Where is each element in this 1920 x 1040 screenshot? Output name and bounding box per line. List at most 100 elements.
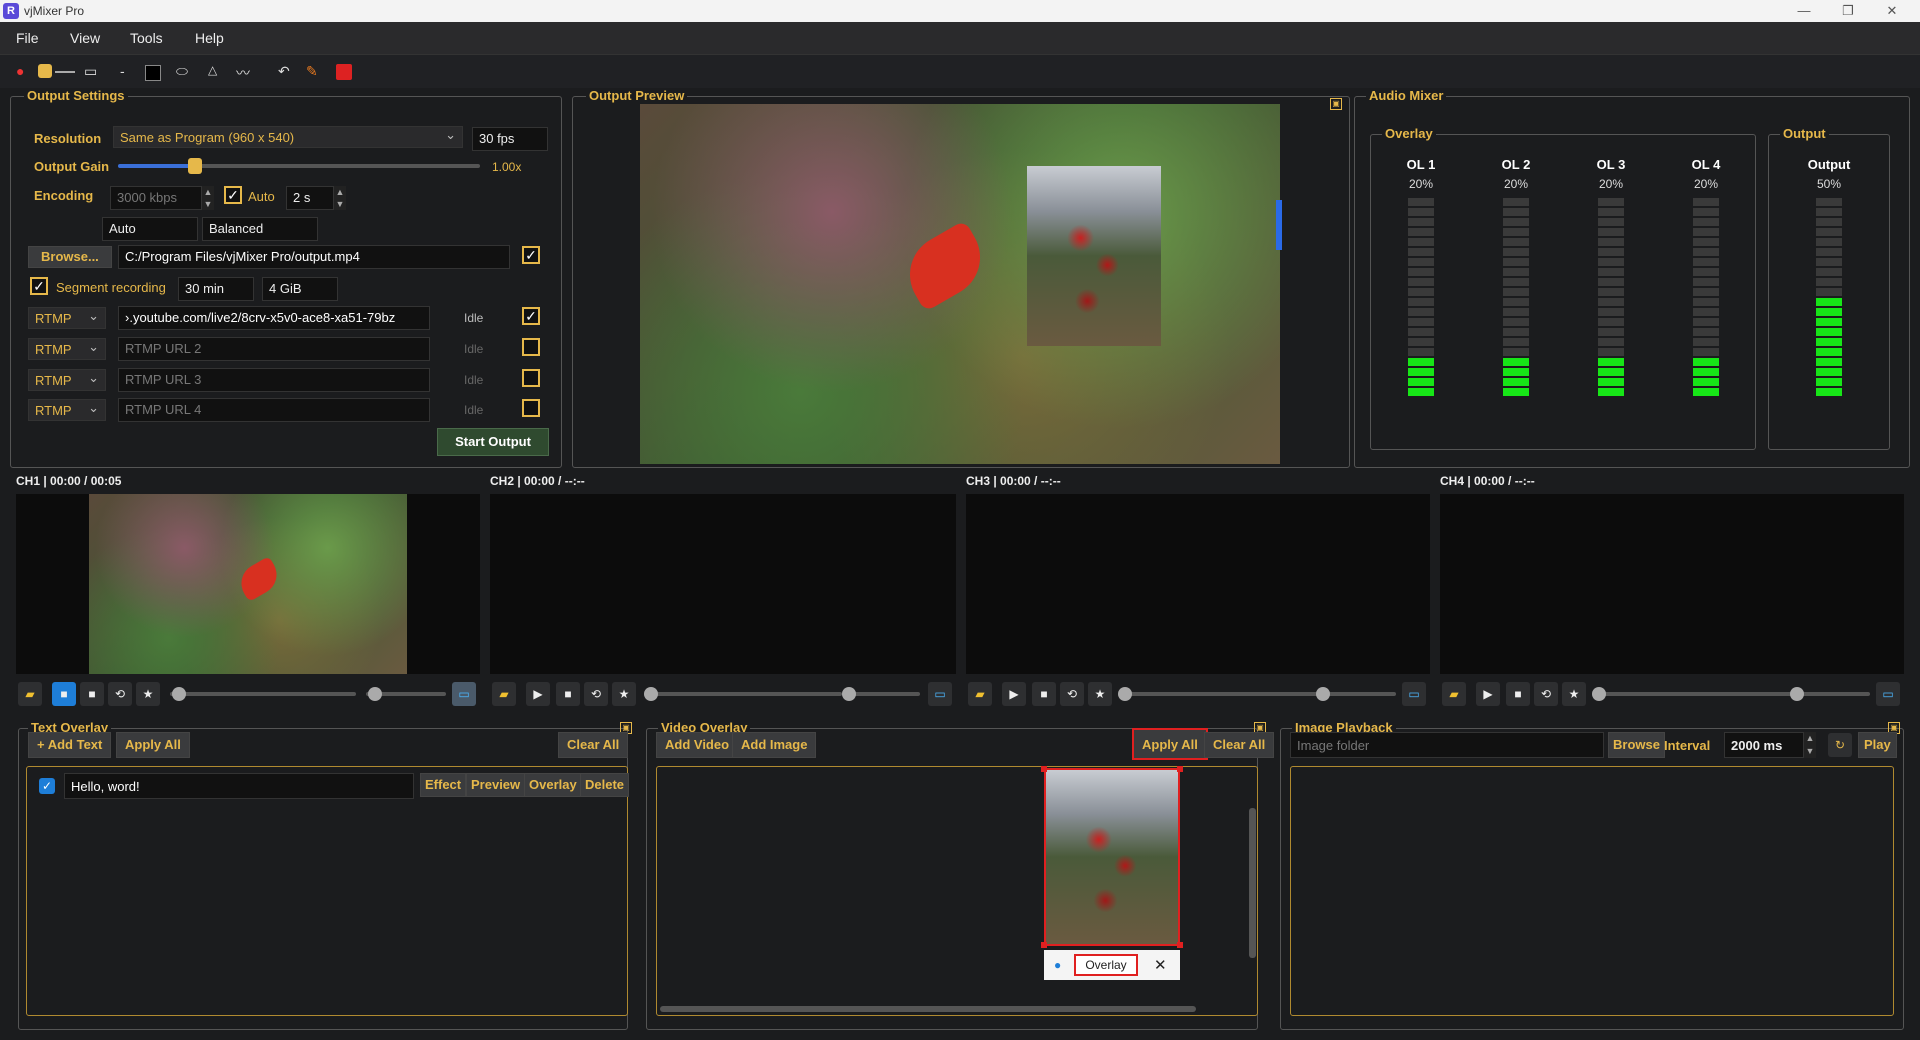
ch2-loop-icon[interactable]: ⟲ [584,682,608,706]
brush-icon[interactable]: ✎ [306,63,318,80]
ch3-seek-track[interactable] [1120,692,1318,696]
segment-size-input[interactable]: 4 GiB [262,277,338,301]
resize-handle-tr[interactable] [1177,766,1183,772]
ch4-volume-track[interactable] [1796,692,1870,696]
rectangle-icon[interactable] [145,65,161,81]
text-delete-button[interactable]: Delete [580,773,630,797]
rtmp-url-input-1[interactable]: ›.youtube.com/live2/8crv-x5v0-ace8-xa51-… [118,306,430,330]
freehand-icon[interactable]: 〰 [236,63,250,83]
add-text-button[interactable]: + Add Text [28,732,112,758]
menu-help[interactable]: Help [195,30,224,46]
ch3-volume-handle[interactable] [1316,687,1330,701]
image-folder-input[interactable]: Image folder [1290,732,1604,758]
add-video-button[interactable]: Add Video [656,732,739,758]
rtmp-protocol-select-2[interactable]: RTMP [28,338,106,360]
text-overlay-button[interactable]: Overlay [524,773,582,797]
ch2-seek-handle[interactable] [644,687,658,701]
ch4-monitor-icon[interactable]: ▭ [1876,682,1900,706]
ch1-video-panel[interactable] [16,494,480,674]
ch2-stop-icon[interactable]: ■ [556,682,580,706]
ch3-volume-track[interactable] [1322,692,1396,696]
rtmp-protocol-select-3[interactable]: RTMP [28,369,106,391]
video-clear-all-button[interactable]: Clear All [1204,732,1275,758]
gain-slider-handle[interactable] [188,158,202,174]
ch1-seek-track[interactable] [170,692,356,696]
line-icon[interactable]: - [120,63,125,79]
overlay-radio-icon[interactable]: ● [1054,958,1061,972]
rtmp-checkbox-2[interactable] [522,338,540,356]
keyframe-input[interactable]: 2 s [286,186,334,210]
ellipse-icon[interactable]: ⬭ [176,63,188,80]
overlay-image-thumbnail[interactable] [1044,768,1180,946]
menu-view[interactable]: View [70,30,100,46]
save-icon[interactable] [336,64,352,80]
ch1-loop-icon[interactable]: ⟲ [108,682,132,706]
ch3-open-folder-icon[interactable]: ▰ [968,682,992,706]
video-overlay-vscroll[interactable] [1249,808,1256,958]
ch4-seek-track[interactable] [1594,692,1792,696]
palette-icon[interactable]: ● [16,63,24,79]
ch2-volume-handle[interactable] [842,687,856,701]
rtmp-checkbox-3[interactable] [522,369,540,387]
play-images-button[interactable]: Play [1858,732,1897,758]
ch3-video-panel[interactable] [966,494,1430,674]
ch3-stop-icon[interactable]: ■ [1032,682,1056,706]
overlay-item-button[interactable]: Overlay [1074,954,1138,976]
overlay-remove-icon[interactable]: ✕ [1154,956,1167,974]
resize-handle-tl[interactable] [1041,766,1047,772]
refresh-icon[interactable]: ↻ [1828,733,1852,757]
text-clear-all-button[interactable]: Clear All [558,732,629,758]
ch1-stop-active-icon[interactable]: ■ [52,682,76,706]
bitrate-input[interactable]: 3000 kbps [110,186,202,210]
ch1-monitor-icon[interactable]: ▭ [452,682,476,706]
resize-handle-bl[interactable] [1041,942,1047,948]
browse-button[interactable]: Browse... [28,246,112,268]
undo-icon[interactable]: ↶ [278,63,290,80]
segment-recording-checkbox[interactable]: ✓ [30,277,48,295]
keyframe-stepper[interactable]: ▲ ▼ [334,186,346,210]
ch4-seek-handle[interactable] [1592,687,1606,701]
maximize-icon[interactable]: ❐ [1828,2,1868,20]
text-item-checkbox[interactable]: ✓ [39,778,55,794]
eraser-icon[interactable]: ▭ [84,63,97,80]
text-effect-button[interactable]: Effect [420,773,467,797]
ch1-star-icon[interactable]: ★ [136,682,160,706]
rtmp-protocol-select-4[interactable]: RTMP [28,399,106,421]
rtmp-checkbox-1[interactable]: ✓ [522,307,540,325]
image-browse-button[interactable]: Browse [1608,732,1665,758]
ch4-video-panel[interactable] [1440,494,1904,674]
interval-input[interactable]: 2000 ms [1724,732,1804,758]
rtmp-url-input-3[interactable]: RTMP URL 3 [118,368,430,392]
fps-input[interactable]: 30 fps [472,127,548,151]
ch2-play-icon[interactable]: ▶ [526,682,550,706]
output-path-input[interactable]: C:/Program Files/vjMixer Pro/output.mp4 [118,245,510,269]
record-checkbox[interactable]: ✓ [522,246,540,264]
video-overlay-hscroll[interactable] [660,1006,1196,1012]
segment-time-input[interactable]: 30 min [178,277,254,301]
ch4-play-icon[interactable]: ▶ [1476,682,1500,706]
ch3-monitor-icon[interactable]: ▭ [1402,682,1426,706]
triangle-icon[interactable]: △ [208,63,217,77]
rtmp-url-input-4[interactable]: RTMP URL 4 [118,398,430,422]
ch3-seek-handle[interactable] [1118,687,1132,701]
ch2-volume-track[interactable] [846,692,920,696]
line-width-slider[interactable] [55,71,75,73]
popout-icon[interactable]: ▣ [1330,98,1342,110]
text-preview-button[interactable]: Preview [466,773,526,797]
color-swatch-icon[interactable] [38,64,52,78]
video-apply-all-button[interactable]: Apply All [1132,728,1208,760]
add-image-button[interactable]: Add Image [732,732,817,758]
ch1-seek-handle[interactable] [172,687,186,701]
rtmp-checkbox-4[interactable] [522,399,540,417]
menu-tools[interactable]: Tools [130,30,163,46]
ch4-loop-icon[interactable]: ⟲ [1534,682,1558,706]
rtmp-protocol-select-1[interactable]: RTMP [28,307,106,329]
ch3-loop-icon[interactable]: ⟲ [1060,682,1084,706]
resolution-select[interactable]: Same as Program (960 x 540) [113,126,463,148]
text-item-input[interactable]: Hello, word! [64,773,414,799]
resize-handle-br[interactable] [1177,942,1183,948]
ch1-volume-handle[interactable] [368,687,382,701]
ch2-monitor-icon[interactable]: ▭ [928,682,952,706]
ch2-video-panel[interactable] [490,494,956,674]
interval-stepper[interactable]: ▲ ▼ [1804,732,1816,758]
